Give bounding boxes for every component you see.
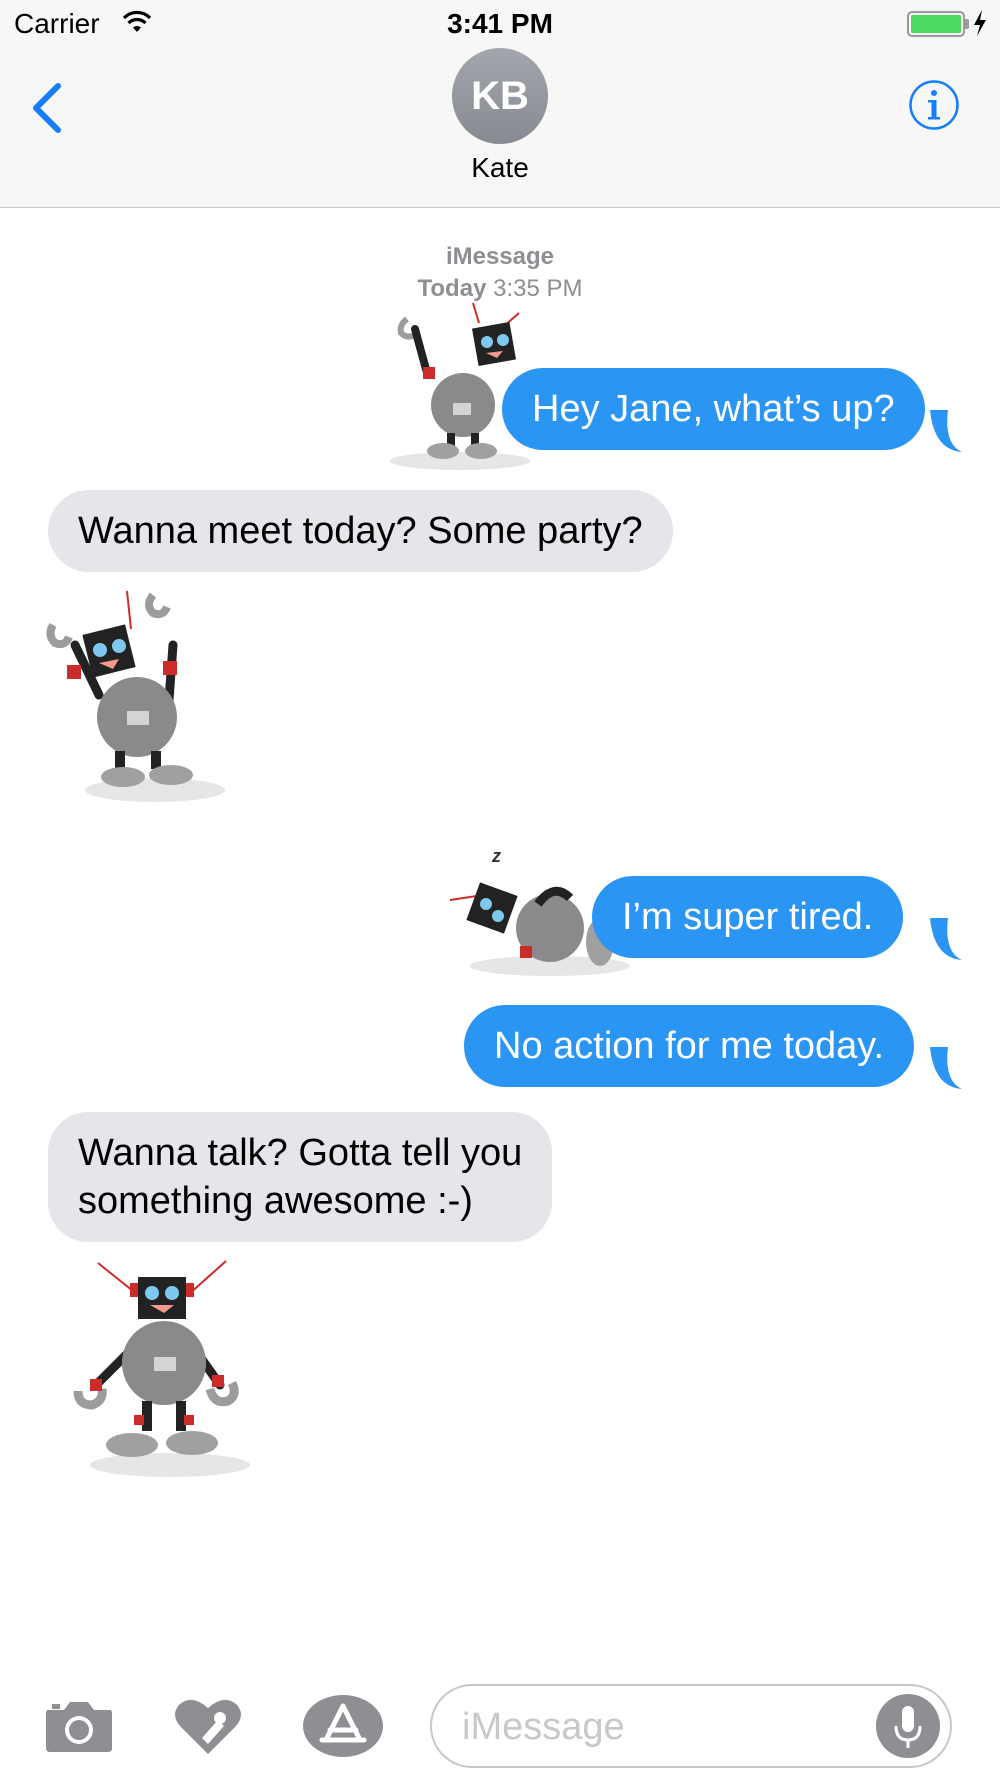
bubble-tail — [930, 1047, 962, 1089]
incoming-message-bubble[interactable]: Wanna talk? Gotta tell you something awe… — [48, 1112, 553, 1242]
microphone-icon — [894, 1706, 922, 1748]
battery-icon — [907, 11, 965, 37]
message-input-bar: iMessage — [0, 1660, 1000, 1778]
robot-standing-sticker[interactable] — [70, 1255, 260, 1480]
status-bar: Carrier 3:41 PM — [0, 0, 1000, 48]
incoming-message-bubble[interactable]: Wanna meet today? Some party? — [48, 490, 673, 572]
sleep-z-label: z — [491, 848, 501, 866]
bubble-tail — [930, 410, 962, 452]
avatar[interactable]: KB — [452, 48, 548, 144]
contact-name[interactable]: Kate — [0, 152, 1000, 184]
outgoing-message-bubble[interactable]: No action for me today. — [464, 1005, 915, 1087]
camera-icon[interactable] — [44, 1698, 114, 1754]
message-line: something awesome :-) — [78, 1180, 473, 1222]
outgoing-message-bubble[interactable]: I’m super tired. — [592, 876, 904, 958]
microphone-button[interactable] — [876, 1694, 940, 1758]
conversation-header: KB Kate — [0, 48, 1000, 208]
status-time: 3:41 PM — [447, 8, 553, 39]
message-input-field[interactable]: iMessage — [430, 1684, 952, 1768]
bubble-tail — [930, 918, 962, 960]
chevron-left-icon[interactable] — [26, 78, 66, 138]
digital-touch-icon[interactable] — [172, 1694, 244, 1758]
battery-tip — [965, 19, 969, 29]
message-line: Wanna talk? Gotta tell you — [78, 1132, 523, 1174]
service-label: iMessage — [445, 243, 555, 270]
app-store-icon[interactable] — [302, 1694, 384, 1758]
message-input-placeholder: iMessage — [462, 1706, 625, 1748]
charging-bolt-icon — [974, 10, 986, 36]
outgoing-message-bubble[interactable]: Hey Jane, what’s up? — [502, 368, 925, 450]
robot-dancing-sticker[interactable] — [45, 585, 225, 805]
avatar-initials: KB — [471, 73, 529, 118]
info-icon[interactable] — [908, 79, 960, 131]
